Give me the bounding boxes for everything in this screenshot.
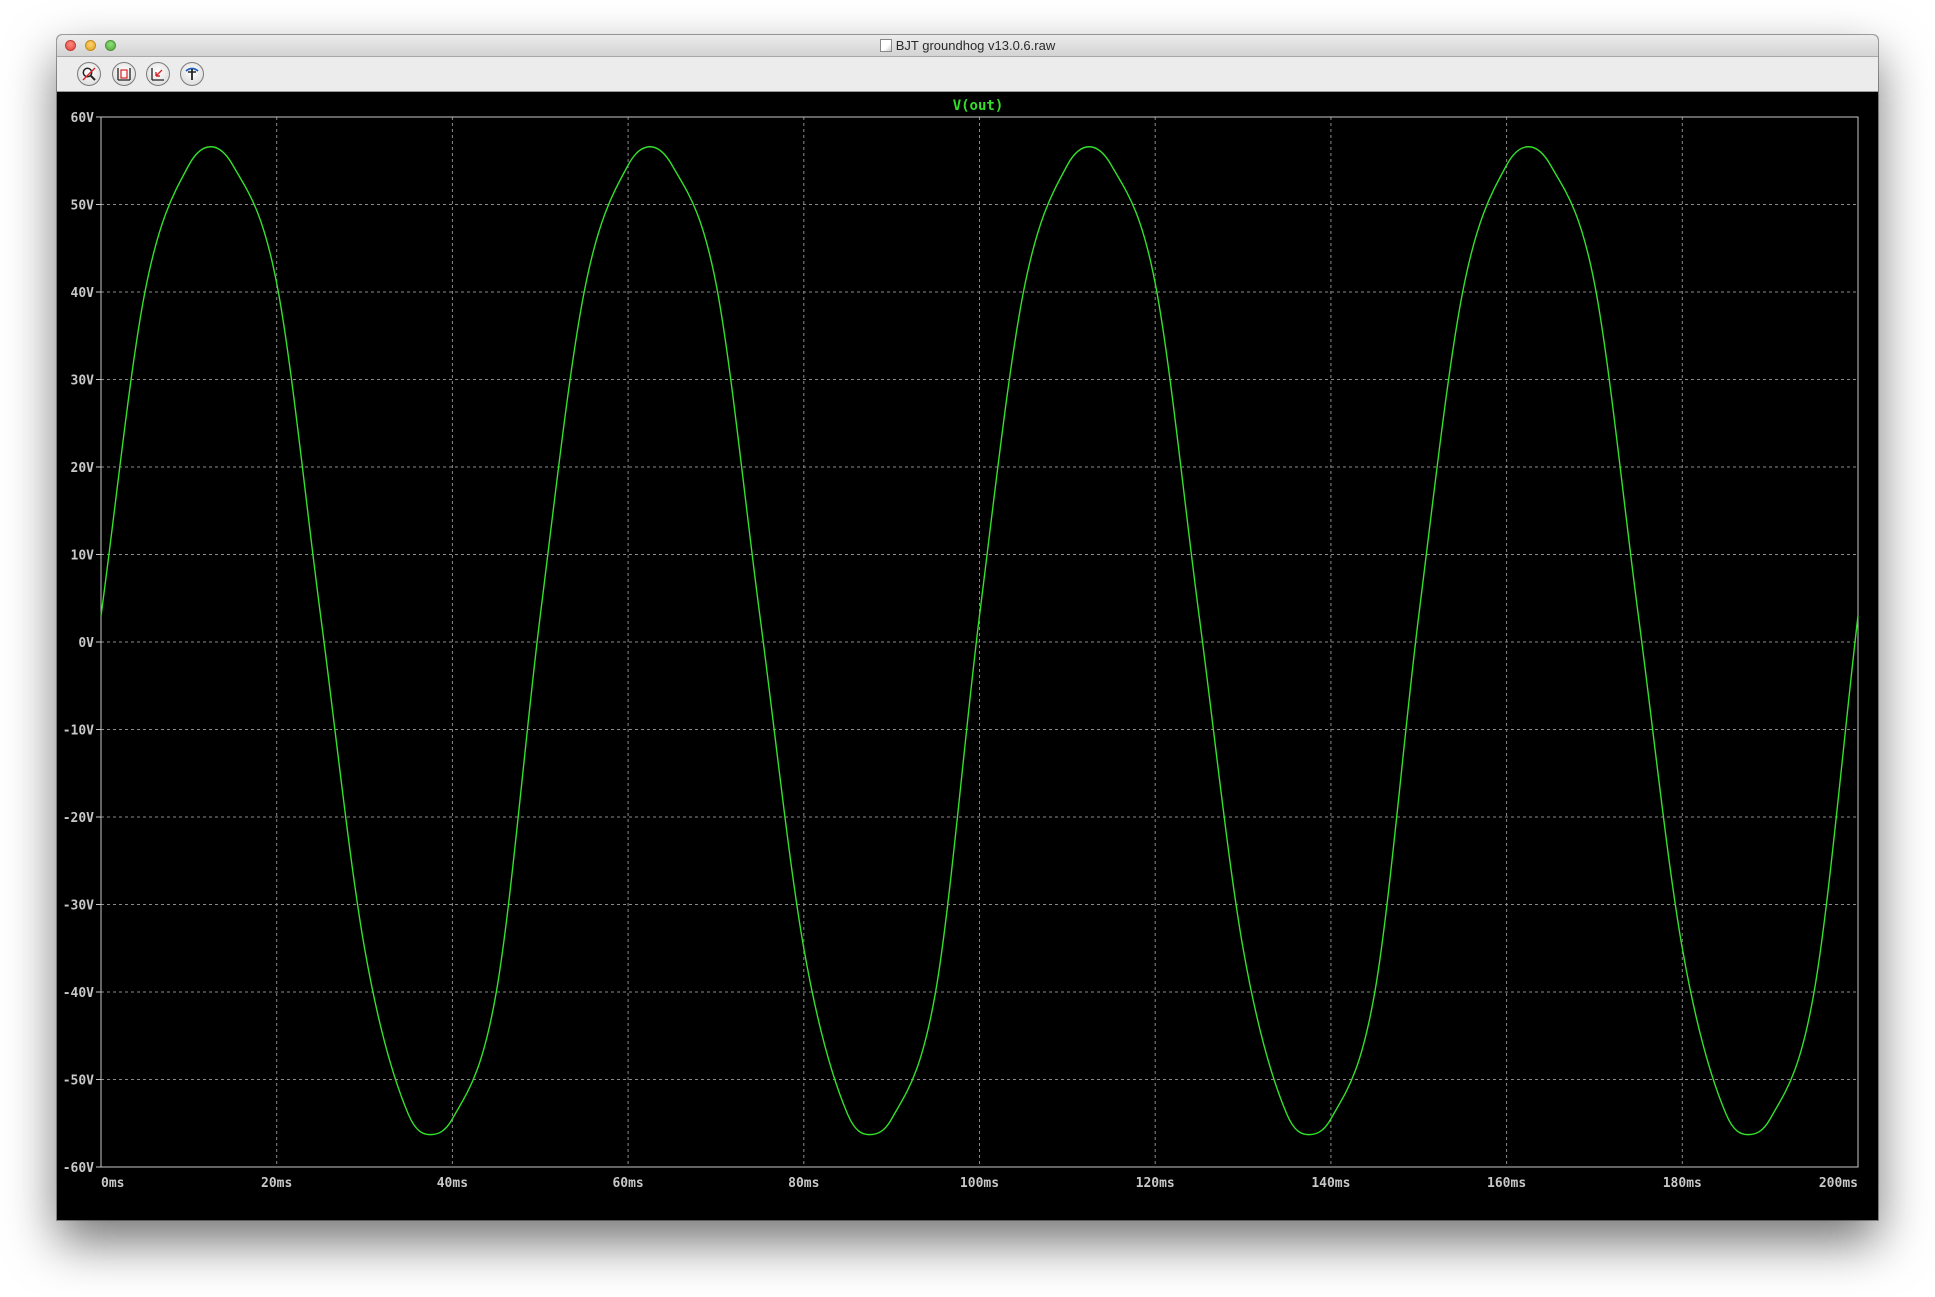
x-tick-label: 60ms — [612, 1176, 643, 1191]
trace-label-vout[interactable]: V(out) — [953, 98, 1004, 114]
y-tick-label: 30V — [71, 374, 95, 389]
y-tick-label: 0V — [78, 636, 94, 651]
waveform-viewer-window: BJT groundhog v13.0.6.raw 60V 50V 40V 30… — [57, 35, 1878, 1220]
x-tick-label: 80ms — [788, 1176, 819, 1191]
grid — [101, 117, 1858, 1167]
x-tick-label: 100ms — [960, 1176, 999, 1191]
y-tick-label: 20V — [71, 461, 95, 476]
y-tick-label: 60V — [71, 111, 95, 126]
y-tick-label: -50V — [63, 1074, 94, 1089]
toolbar — [57, 57, 1878, 92]
y-axis-ticks: 60V 50V 40V 30V 20V 10V 0V -10V -20V -30V -40V -50V… — [63, 111, 101, 1176]
y-tick-label: -20V — [63, 811, 94, 826]
zoom-fit-button[interactable] — [112, 62, 136, 86]
y-tick-label: -60V — [63, 1161, 94, 1176]
x-axis-ticks: 0ms 20ms 40ms 60ms 80ms 100ms 120ms 140ms 160ms 1… — [101, 1176, 1858, 1191]
x-tick-label: 180ms — [1663, 1176, 1702, 1191]
window-title: BJT groundhog v13.0.6.raw — [895, 38, 1056, 53]
plot-area[interactable]: 60V 50V 40V 30V 20V 10V 0V -10V -20V -30V -40V -50V… — [57, 92, 1878, 1220]
title-bar[interactable]: BJT groundhog v13.0.6.raw — [57, 35, 1878, 57]
x-tick-label: 200ms — [1819, 1176, 1858, 1191]
y-tick-label: -30V — [63, 899, 94, 914]
y-tick-label: 50V — [71, 199, 95, 214]
y-tick-label: 40V — [71, 286, 95, 301]
x-tick-label: 120ms — [1136, 1176, 1175, 1191]
y-tick-label: -40V — [63, 986, 94, 1001]
x-tick-label: 40ms — [437, 1176, 468, 1191]
probe-tool-button[interactable] — [180, 62, 204, 86]
x-tick-label: 140ms — [1311, 1176, 1350, 1191]
waveform-plot[interactable]: 60V 50V 40V 30V 20V 10V 0V -10V -20V -30V -40V -50V… — [57, 92, 1878, 1220]
window-title-group: BJT groundhog v13.0.6.raw — [57, 38, 1878, 53]
zoom-back-button[interactable] — [146, 62, 170, 86]
document-icon — [879, 39, 892, 52]
x-tick-label: 20ms — [261, 1176, 292, 1191]
zoom-area-button[interactable] — [77, 62, 101, 86]
y-tick-label: 10V — [71, 549, 95, 564]
x-tick-label: 160ms — [1487, 1176, 1526, 1191]
x-tick-label: 0ms — [101, 1176, 124, 1191]
y-tick-label: -10V — [63, 724, 94, 739]
